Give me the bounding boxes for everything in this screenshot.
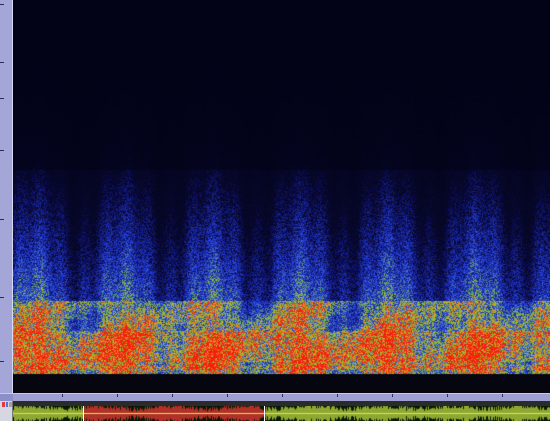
track-header[interactable] [0, 401, 13, 421]
track-controls [2, 402, 13, 407]
frequency-tick [0, 98, 4, 99]
audio-editor-spectrogram-view [0, 0, 550, 421]
spectrogram-canvas[interactable] [13, 0, 550, 393]
frequency-tick [0, 219, 4, 220]
time-ruler-corner [0, 394, 13, 401]
track-solo-icon[interactable] [5, 402, 9, 407]
time-tick [282, 394, 283, 397]
time-tick [392, 394, 393, 397]
time-tick [117, 394, 118, 397]
frequency-tick [0, 4, 4, 5]
time-tick [227, 394, 228, 397]
waveform-area[interactable] [13, 406, 550, 421]
time-tick [172, 394, 173, 397]
frequency-tick [0, 150, 4, 151]
frequency-tick [0, 361, 4, 362]
frequency-tick [0, 62, 4, 63]
time-tick [62, 394, 63, 397]
time-tick [502, 394, 503, 397]
waveform-canvas[interactable] [13, 406, 550, 421]
time-tick [337, 394, 338, 397]
time-ruler[interactable] [0, 393, 550, 401]
spectrogram-view[interactable] [13, 0, 550, 393]
time-tick [447, 394, 448, 397]
track-mute-icon[interactable] [9, 402, 13, 407]
frequency-ruler[interactable] [0, 0, 13, 393]
track-record-icon[interactable] [2, 402, 5, 407]
frequency-tick [0, 297, 4, 298]
waveform-overview-track[interactable] [0, 401, 550, 421]
